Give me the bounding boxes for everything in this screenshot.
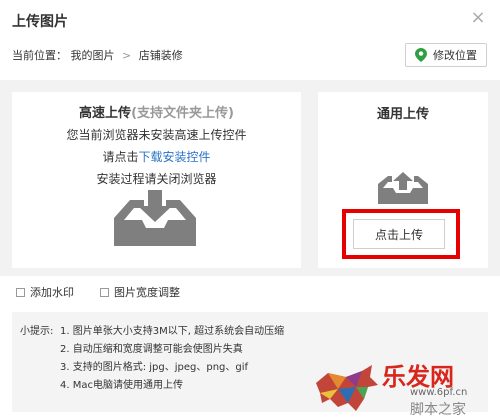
fast-upload-panel: 高速上传(支持文件夹上传) 您当前浏览器未安装高速上传控件 请点击下载安装控件 … bbox=[12, 92, 301, 268]
fast-upload-line2-prefix: 请点击 bbox=[102, 150, 139, 164]
change-location-label: 修改位置 bbox=[433, 49, 477, 62]
add-watermark-checkbox[interactable] bbox=[16, 287, 25, 297]
close-icon[interactable]: × bbox=[468, 8, 488, 28]
tips-label: 小提示: bbox=[20, 326, 54, 337]
bull-logo-icon bbox=[316, 365, 378, 411]
tip-item: 1. 图片单张大小支持3M以下, 超过系统会自动压缩 bbox=[60, 326, 285, 337]
fast-upload-title-text: 高速上传 bbox=[79, 106, 132, 121]
click-upload-button[interactable]: 点击上传 bbox=[353, 219, 445, 249]
watermark-text-site: 脚本之家 bbox=[410, 402, 466, 418]
map-pin-icon bbox=[415, 48, 427, 62]
site-watermark: 乐发网 www.6pf.cn 脚本之家 bbox=[310, 357, 500, 419]
add-watermark-option[interactable]: 添加水印 bbox=[16, 284, 74, 300]
dialog-title: 上传图片 bbox=[12, 14, 68, 30]
fast-upload-line3: 安装过程请关闭浏览器 bbox=[96, 172, 217, 186]
inbox-download-icon bbox=[114, 190, 196, 246]
general-upload-title: 通用上传 bbox=[376, 107, 429, 122]
image-width-option[interactable]: 图片宽度调整 bbox=[100, 284, 180, 300]
add-watermark-label: 添加水印 bbox=[30, 286, 74, 299]
fast-upload-line2: 请点击下载安装控件 bbox=[12, 148, 301, 165]
breadcrumb-separator: > bbox=[122, 49, 132, 62]
dialog-titlebar: 上传图片 × bbox=[0, 0, 500, 38]
breadcrumb: 当前位置： 我的图片 > 店铺装修 bbox=[12, 47, 183, 63]
watermark-text-url: www.6pf.cn bbox=[410, 387, 468, 398]
tip-item: 4. Mac电脑请使用通用上传 bbox=[60, 380, 183, 391]
tip-item: 2. 自动压缩和宽度调整可能会使图片失真 bbox=[60, 344, 243, 355]
breadcrumb-item-shop-decoration[interactable]: 店铺装修 bbox=[139, 49, 183, 62]
fast-upload-title: 高速上传(支持文件夹上传) bbox=[12, 102, 301, 121]
upload-tray-icon bbox=[378, 172, 428, 204]
upload-image-dialog: 上传图片 × 当前位置： 我的图片 > 店铺装修 修改位置 高速上传(支持文件夹… bbox=[0, 0, 500, 419]
general-upload-panel: 通用上传 点击上传 bbox=[318, 92, 488, 268]
download-plugin-link[interactable]: 下载安装控件 bbox=[139, 150, 211, 164]
fast-upload-title-hint: (支持文件夹上传) bbox=[131, 106, 234, 121]
image-width-checkbox[interactable] bbox=[100, 287, 109, 297]
tip-item: 3. 支持的图片格式: jpg、jpeg、png、gif bbox=[60, 362, 249, 373]
fast-upload-line1: 您当前浏览器未安装高速上传控件 bbox=[66, 128, 247, 142]
breadcrumb-item-my-images[interactable]: 我的图片 bbox=[71, 49, 115, 62]
upload-options: 添加水印 图片宽度调整 bbox=[16, 284, 206, 300]
image-width-label: 图片宽度调整 bbox=[114, 286, 180, 299]
change-location-button[interactable]: 修改位置 bbox=[405, 43, 487, 67]
breadcrumb-prefix: 当前位置： bbox=[12, 49, 67, 62]
